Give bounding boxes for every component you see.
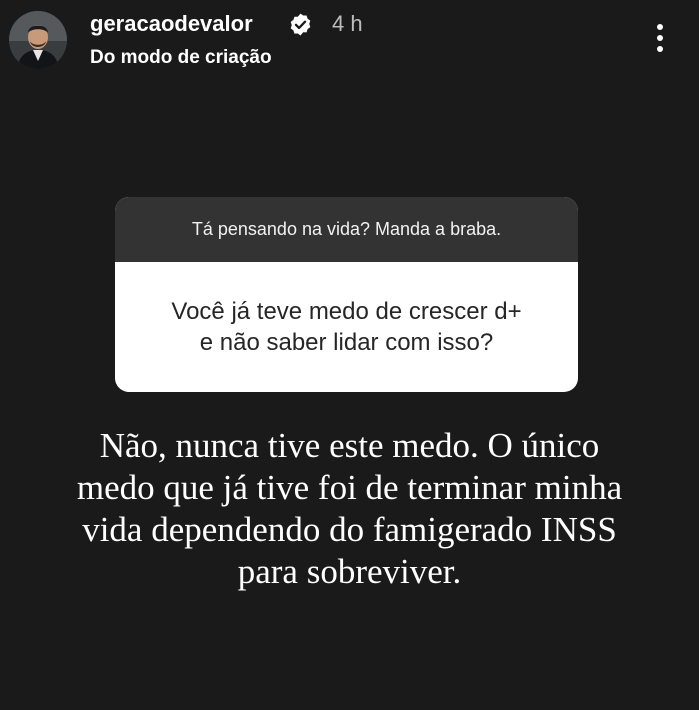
caption-line: medo que já tive foi de terminar minha <box>76 468 623 507</box>
question-line: Você já teve medo de crescer d+ <box>171 298 522 325</box>
question-line: e não saber lidar com isso? <box>199 329 494 356</box>
more-options-button[interactable] <box>643 18 677 58</box>
story-caption: Não, nunca tive este medo. O único medo … <box>20 425 679 593</box>
more-vertical-icon-dot <box>657 46 663 52</box>
question-sticker: Tá pensando na vida? Manda a braba. Você… <box>115 197 578 392</box>
question-prompt: Tá pensando na vida? Manda a braba. <box>115 197 578 262</box>
verified-badge-icon <box>288 12 313 37</box>
caption-line: para sobreviver. <box>237 552 462 591</box>
more-vertical-icon-dot <box>657 35 663 41</box>
avatar[interactable] <box>9 11 67 69</box>
username[interactable]: geracaodevalor <box>90 10 253 38</box>
avatar-photo-icon <box>9 11 67 69</box>
question-text: Você já teve medo de crescer d+ e não sa… <box>115 262 578 392</box>
caption-line: vida dependendo do famigerado INSS <box>82 510 617 549</box>
caption-line: Não, nunca tive este medo. O único <box>99 426 600 465</box>
story-header: geracaodevalor 4 h Do modo de criação <box>0 0 699 80</box>
more-vertical-icon <box>657 24 663 30</box>
story-subtitle: Do modo de criação <box>90 47 272 68</box>
post-time: 4 h <box>332 11 363 36</box>
